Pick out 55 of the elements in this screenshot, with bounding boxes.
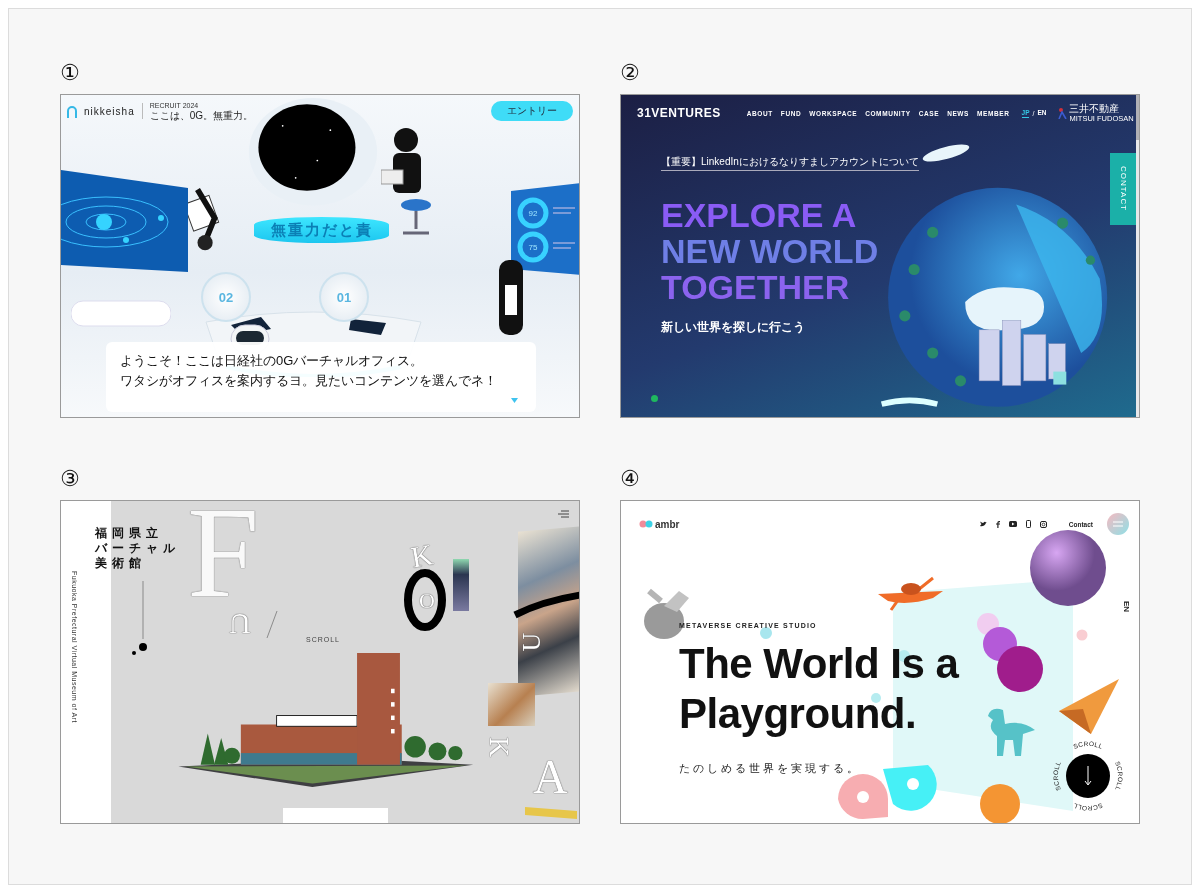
subtitle-text: 新しい世界を探しに行こう bbox=[661, 319, 805, 336]
phone-icon bbox=[1025, 520, 1031, 528]
language-label: EN bbox=[1122, 601, 1131, 613]
bird-icon bbox=[979, 521, 987, 527]
triangle-down-icon bbox=[511, 398, 518, 403]
logo-text: 31VENTURES bbox=[637, 106, 721, 120]
menu-button[interactable] bbox=[1107, 513, 1129, 535]
panel-number: ④ bbox=[620, 466, 640, 492]
museum-title: 福岡県立 bbox=[95, 527, 164, 540]
cone-drawing bbox=[1059, 679, 1119, 737]
museum-title: 美術館 bbox=[95, 557, 147, 570]
ring-drawing bbox=[404, 569, 446, 631]
subtitle-text: たのしめる世界を実現する。 bbox=[679, 761, 862, 776]
pod-door: 02 bbox=[201, 272, 251, 322]
line-stroke-drawing bbox=[266, 611, 278, 639]
stripe-drawing bbox=[523, 807, 579, 819]
tagline-text: ここは、0G。無重力。 bbox=[149, 109, 254, 121]
headline-text: Playground. bbox=[679, 689, 918, 739]
company-name: 三井不動産 bbox=[1069, 103, 1121, 114]
arch-logo-icon bbox=[67, 104, 77, 118]
sign-banner: 無重力だと責 bbox=[254, 217, 389, 243]
poster-image bbox=[453, 559, 469, 611]
camera-icon bbox=[1039, 520, 1047, 528]
panel-number: ① bbox=[60, 60, 80, 86]
dialog-text: ワタシがオフィスを案内するヨ。見たいコンテンツを選んでネ！ bbox=[120, 372, 498, 389]
panel-number: ③ bbox=[60, 466, 80, 492]
f-icon bbox=[995, 520, 1000, 528]
entry-button[interactable]: エントリー bbox=[491, 101, 573, 121]
dot-drawing bbox=[1076, 629, 1088, 641]
play-icon bbox=[1008, 521, 1017, 527]
headline-text: The World Is a bbox=[679, 639, 959, 689]
headline-text: NEW WORLD bbox=[661, 233, 879, 269]
gauge-value: 92 bbox=[528, 209, 538, 218]
headline-text: TOGETHER bbox=[661, 269, 851, 305]
gauge-value: 75 bbox=[528, 243, 538, 252]
floating-letter: U bbox=[519, 632, 546, 652]
brush-stroke-drawing bbox=[513, 591, 579, 619]
logo-text: nikkeisha bbox=[84, 105, 135, 117]
company-logo-icon bbox=[1058, 107, 1068, 119]
headline-text: EXPLORE A bbox=[661, 197, 858, 233]
logo-text: ambr bbox=[655, 518, 680, 530]
logo-icon bbox=[639, 520, 653, 528]
cloud-drawing bbox=[921, 143, 971, 163]
menu-icon bbox=[1113, 521, 1123, 527]
notice-link[interactable]: 【重要】LinkedInにおけるなりすましアカウントについて bbox=[661, 155, 919, 171]
hamburger-menu-icon bbox=[558, 510, 569, 518]
down-arrow-icon bbox=[1084, 765, 1092, 786]
pod-door: 01 bbox=[319, 272, 369, 322]
museum-title: バーチャル bbox=[95, 542, 180, 555]
scroll-disc bbox=[1066, 754, 1110, 798]
ball-drawing bbox=[979, 783, 1021, 823]
dot-marker bbox=[651, 395, 658, 402]
panel-number: ② bbox=[620, 60, 640, 86]
dialog-text: ようこそ！ここは日経社の0Gバーチャルオフィス。 bbox=[120, 352, 425, 369]
scrollbar-thumb bbox=[1136, 95, 1139, 140]
